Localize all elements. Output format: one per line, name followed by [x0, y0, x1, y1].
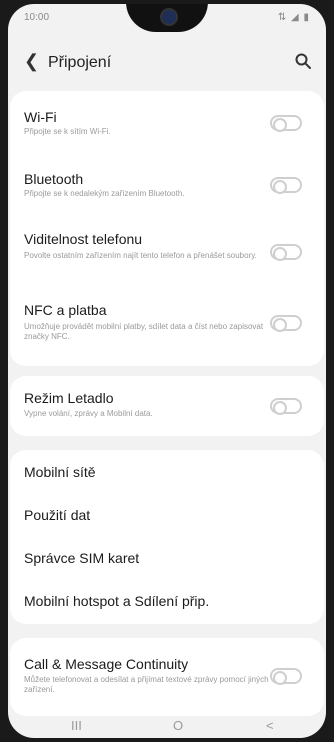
- setting-label: Call & Message Continuity: [24, 656, 189, 672]
- setting-bluetooth[interactable]: Bluetooth Připojte se k nedalekým zaříze…: [10, 151, 324, 211]
- setting-sim-manager[interactable]: Správce SIM karet: [10, 536, 324, 579]
- setting-description: Vypne volání, zprávy a Mobilní data.: [24, 409, 153, 418]
- setting-phone-visibility[interactable]: Viditelnost telefonu Povolte ostatním za…: [10, 211, 324, 286]
- setting-call-message-continuity[interactable]: Call & Message Continuity Můžete telefon…: [10, 638, 324, 716]
- toggle-knob: [273, 247, 287, 261]
- toggle-knob: [273, 118, 287, 132]
- search-icon[interactable]: [294, 52, 312, 70]
- nfc-toggle[interactable]: [270, 315, 302, 332]
- setting-description: Připojte se k sítím Wi-Fi.: [24, 127, 111, 136]
- back-arrow-icon[interactable]: ❮: [24, 52, 39, 70]
- back-nav-icon[interactable]: <: [266, 718, 274, 733]
- toggle-knob: [273, 180, 287, 194]
- setting-label: Správce SIM karet: [24, 550, 140, 566]
- setting-wifi[interactable]: Wi-Fi Připojte se k sítím Wi-Fi.: [10, 91, 324, 151]
- setting-label: Režim Letadlo: [24, 390, 114, 406]
- phone-screen: 10:00 ⇅ ◢ ▮ ❮ Připojení Wi-Fi Připojte s…: [8, 4, 326, 738]
- settings-card-continuity: Call & Message Continuity Můžete telefon…: [10, 638, 324, 716]
- setting-description: Připojte se k nedalekým zařízením Blueto…: [24, 189, 185, 198]
- setting-label: Mobilní hotspot a Sdílení přip.: [24, 593, 210, 609]
- settings-card-airplane: Režim Letadlo Vypne volání, zprávy a Mob…: [10, 376, 324, 436]
- setting-description: Můžete telefonovat a odesílat a přijímat…: [24, 675, 269, 694]
- app-bar: ❮ Připojení: [8, 48, 326, 78]
- setting-label: NFC a platba: [24, 302, 107, 318]
- setting-airplane-mode[interactable]: Režim Letadlo Vypne volání, zprávy a Mob…: [10, 376, 324, 436]
- setting-label: Viditelnost telefonu: [24, 231, 143, 247]
- navigation-bar: III O <: [8, 716, 326, 738]
- setting-label: Bluetooth: [24, 171, 84, 187]
- bluetooth-toggle[interactable]: [270, 177, 302, 194]
- status-bar: 10:00 ⇅ ◢ ▮: [8, 4, 326, 32]
- toggle-knob: [273, 318, 287, 332]
- camera-notch: [126, 4, 208, 32]
- settings-card-connections: Wi-Fi Připojte se k sítím Wi-Fi. Bluetoo…: [10, 91, 324, 366]
- camera-icon: [160, 8, 178, 26]
- recents-icon[interactable]: III: [71, 718, 82, 733]
- toggle-knob: [273, 671, 287, 685]
- page-title: Připojení: [48, 54, 112, 71]
- setting-label: Mobilní sítě: [24, 464, 96, 480]
- visibility-toggle[interactable]: [270, 244, 302, 261]
- setting-nfc-payment[interactable]: NFC a platba Umožňuje provádět mobilní p…: [10, 286, 324, 366]
- airplane-toggle[interactable]: [270, 398, 302, 415]
- setting-mobile-networks[interactable]: Mobilní sítě: [10, 450, 324, 493]
- setting-hotspot-tethering[interactable]: Mobilní hotspot a Sdílení přip.: [10, 579, 324, 624]
- setting-description: Povolte ostatním zařízením najít tento t…: [24, 251, 257, 260]
- setting-label: Použití dat: [24, 507, 91, 523]
- setting-data-usage[interactable]: Použití dat: [10, 493, 324, 536]
- continuity-toggle[interactable]: [270, 668, 302, 685]
- setting-label: Wi-Fi: [24, 109, 57, 125]
- toggle-knob: [273, 401, 287, 415]
- status-time: 10:00: [24, 12, 50, 23]
- settings-card-network: Mobilní sítě Použití dat Správce SIM kar…: [10, 450, 324, 624]
- home-icon[interactable]: O: [173, 718, 183, 733]
- wifi-toggle[interactable]: [270, 115, 302, 132]
- setting-description: Umožňuje provádět mobilní platby, sdílet…: [24, 322, 264, 341]
- status-indicators: ⇅ ◢ ▮: [277, 12, 310, 23]
